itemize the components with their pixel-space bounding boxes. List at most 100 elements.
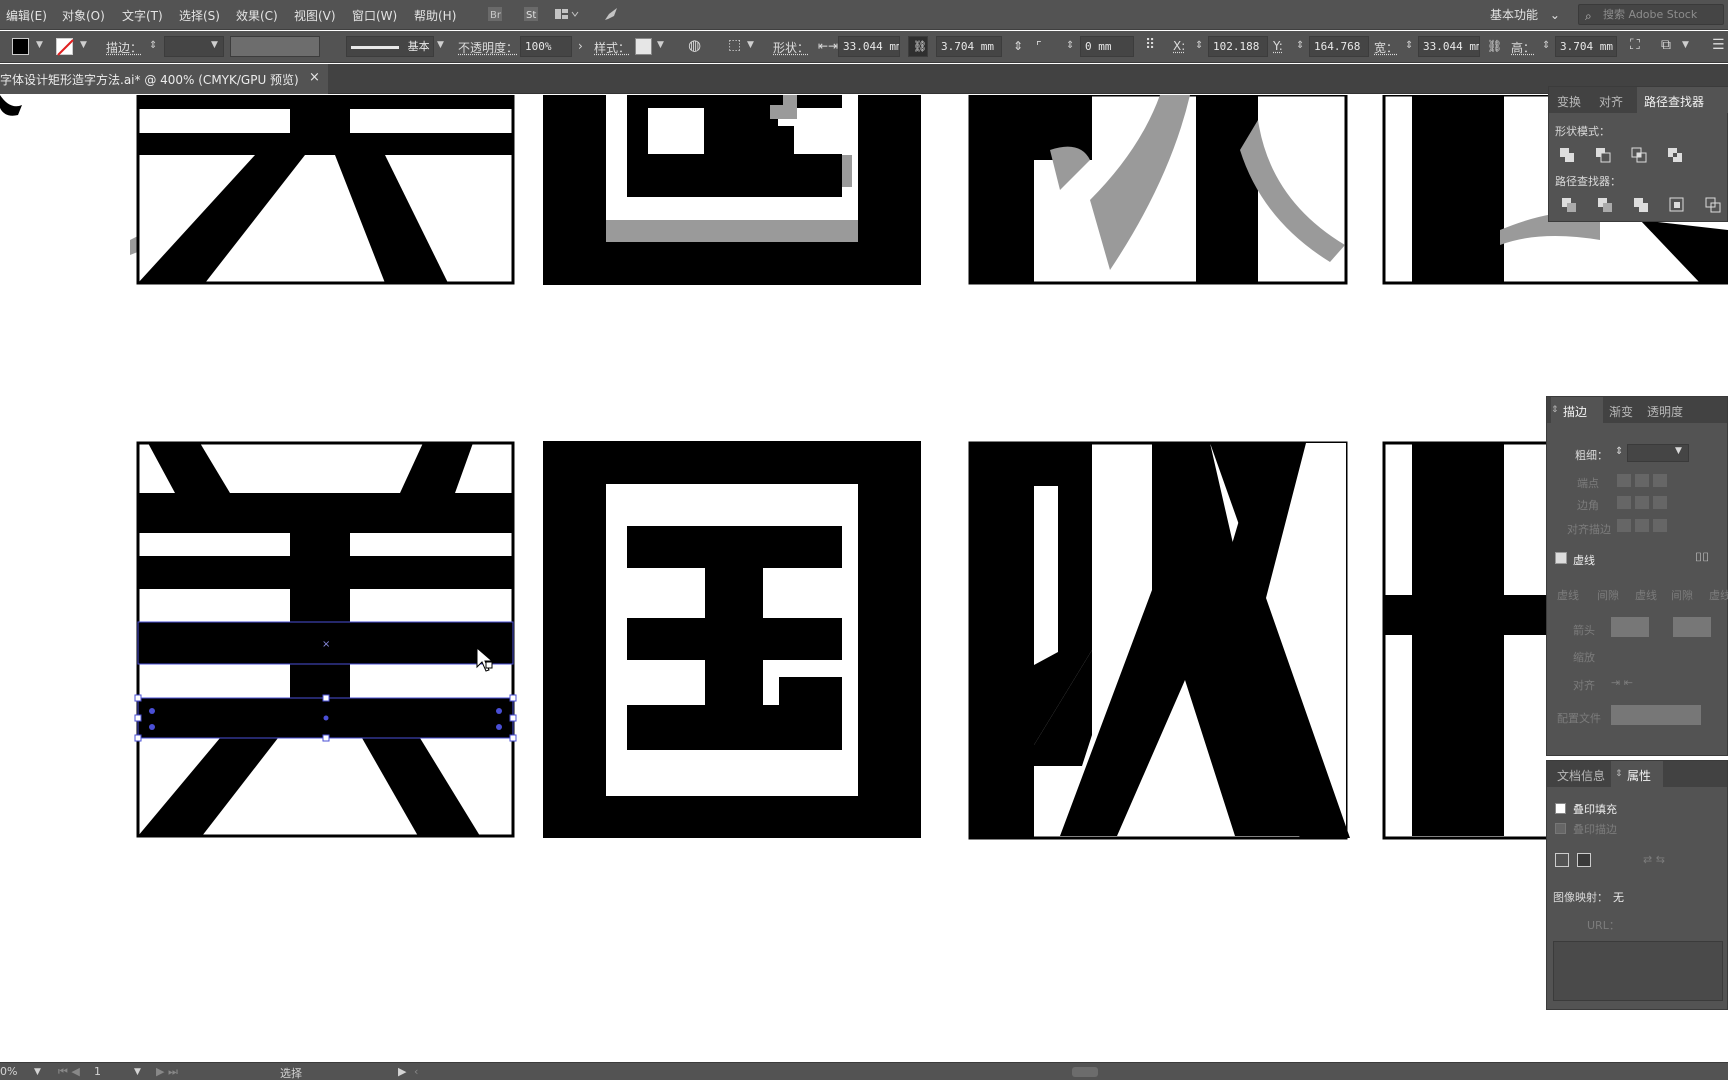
outline-icon[interactable] bbox=[1705, 197, 1721, 213]
corner-radius-field[interactable]: 0 mm bbox=[1080, 36, 1134, 57]
transform-icon[interactable]: ⛶ bbox=[1630, 37, 1640, 53]
tab-transform[interactable]: 变换 bbox=[1557, 93, 1581, 110]
shape-height-field[interactable]: 3.704 mm bbox=[936, 36, 1002, 57]
stepper-icon[interactable]: ⇕ bbox=[149, 40, 157, 51]
reference-point-icon[interactable]: ⠿ bbox=[1145, 37, 1155, 53]
constrain-proportions-icon[interactable]: ⛓ bbox=[1487, 39, 1502, 53]
width-profile-select[interactable] bbox=[1611, 705, 1701, 725]
collapse-arrows-icon[interactable]: ⇕ bbox=[1615, 769, 1623, 779]
show-center-button[interactable] bbox=[1577, 853, 1591, 867]
chevron-down-icon[interactable]: ▼ bbox=[80, 40, 87, 50]
unite-icon[interactable] bbox=[1559, 147, 1575, 163]
overprint-stroke-checkbox[interactable] bbox=[1555, 823, 1566, 834]
panel-menu-icon[interactable]: ☰ bbox=[1712, 37, 1725, 53]
no-image-map-button[interactable] bbox=[1555, 853, 1569, 867]
chevron-down-icon[interactable]: ▼ bbox=[34, 1067, 41, 1077]
menu-object[interactable]: 对象(O) bbox=[62, 7, 105, 24]
reverse-path-icon[interactable]: ⇄ ⇆ bbox=[1643, 853, 1665, 866]
align-stroke-buttons[interactable] bbox=[1617, 519, 1677, 533]
chevron-left-icon[interactable]: ‹ bbox=[414, 1065, 418, 1078]
start-arrowhead-select[interactable] bbox=[1611, 617, 1649, 637]
workspace-switcher[interactable]: 基本功能 ⌄ bbox=[1490, 6, 1560, 23]
arrange-documents-icon[interactable] bbox=[553, 6, 579, 24]
style-label[interactable]: 样式： bbox=[594, 39, 630, 56]
next-artboard-icon[interactable]: ▶ ⏭ bbox=[156, 1065, 178, 1079]
menu-effect[interactable]: 效果(C) bbox=[236, 7, 278, 24]
recolor-icon[interactable]: ◍ bbox=[688, 36, 701, 54]
chevron-down-icon[interactable]: ▼ bbox=[36, 40, 43, 50]
overprint-fill-checkbox[interactable] bbox=[1555, 803, 1566, 814]
stepper-icon[interactable]: ⇕ bbox=[1195, 40, 1203, 51]
y-field[interactable]: 164.768 n bbox=[1309, 36, 1369, 57]
chevron-down-icon[interactable]: ▼ bbox=[211, 40, 218, 50]
dashed-checkbox[interactable] bbox=[1555, 552, 1567, 564]
x-field[interactable]: 102.188 n bbox=[1208, 36, 1268, 57]
url-field[interactable] bbox=[1553, 941, 1723, 1001]
tab-align[interactable]: 对齐 bbox=[1599, 93, 1623, 110]
brush-definition-field[interactable]: 基本 bbox=[346, 36, 434, 57]
isolate-icon[interactable]: ⧉ bbox=[1661, 37, 1671, 53]
tab-document-info[interactable]: 文档信息 bbox=[1557, 767, 1605, 784]
stepper-icon[interactable]: ⇕ bbox=[1405, 40, 1413, 51]
menu-type[interactable]: 文字(T) bbox=[122, 7, 163, 24]
variable-width-field[interactable] bbox=[230, 36, 320, 57]
chevron-down-icon[interactable]: ▼ bbox=[134, 1067, 141, 1077]
menu-help[interactable]: 帮助(H) bbox=[414, 7, 456, 24]
corner-type-icon[interactable]: ⌜ bbox=[1036, 39, 1042, 53]
shape-width-field[interactable]: 33.044 mm bbox=[838, 36, 900, 57]
image-map-value[interactable]: 无 bbox=[1613, 889, 1624, 905]
merge-icon[interactable] bbox=[1633, 197, 1649, 213]
tab-attributes[interactable]: 属性 bbox=[1627, 767, 1651, 784]
document-tab[interactable]: 字体设计矩形造字方法.ai* @ 400% (CMYK/GPU 预览) × bbox=[0, 64, 328, 94]
stock-icon[interactable]: St bbox=[522, 6, 540, 24]
end-arrowhead-select[interactable] bbox=[1673, 617, 1711, 637]
cap-buttons[interactable] bbox=[1617, 474, 1677, 488]
chevron-down-icon[interactable]: ▼ bbox=[657, 40, 664, 50]
menu-view[interactable]: 视图(V) bbox=[294, 7, 336, 24]
menu-edit[interactable]: 编辑(E) bbox=[6, 7, 47, 24]
dash-alignment-icon[interactable]: ⌷⌷ bbox=[1695, 550, 1709, 565]
fill-swatch[interactable] bbox=[12, 38, 29, 55]
h-field[interactable]: 3.704 mm bbox=[1555, 36, 1617, 57]
chevron-down-icon[interactable]: ▼ bbox=[1682, 40, 1689, 50]
first-artboard-icon[interactable]: ⏮ ◀ bbox=[58, 1065, 80, 1079]
stepper-icon[interactable]: ⇕ bbox=[1296, 40, 1304, 51]
arrow-align-icon[interactable]: ⇥ ⇤ bbox=[1611, 676, 1633, 689]
stroke-swatch[interactable] bbox=[56, 38, 74, 56]
align-selection-icon[interactable]: ⬚ bbox=[728, 37, 741, 53]
stepper-icon[interactable]: ⇕ bbox=[1542, 40, 1550, 51]
graphic-style-swatch[interactable] bbox=[635, 38, 652, 55]
shape-label[interactable]: 形状： bbox=[773, 39, 809, 56]
link-icon[interactable]: ⛓ bbox=[908, 36, 928, 57]
stepper-icon[interactable]: ⇕ bbox=[1615, 446, 1623, 457]
tab-gradient[interactable]: 渐变 bbox=[1609, 403, 1633, 420]
crop-icon[interactable] bbox=[1669, 197, 1685, 213]
menu-window[interactable]: 窗口(W) bbox=[352, 7, 397, 24]
bridge-icon[interactable]: Br bbox=[486, 6, 504, 24]
stock-search-input[interactable]: ⌕ 搜索 Adobe Stock bbox=[1578, 4, 1724, 25]
chevron-down-icon[interactable]: ▼ bbox=[437, 40, 444, 50]
tab-stroke[interactable]: 描边 bbox=[1563, 403, 1587, 420]
exclude-icon[interactable] bbox=[1667, 147, 1683, 163]
opacity-label[interactable]: 不透明度： bbox=[458, 39, 518, 56]
artboard-canvas[interactable]: × bbox=[0, 95, 1728, 1062]
horizontal-scrollbar-thumb[interactable] bbox=[1072, 1067, 1098, 1077]
artboard-number[interactable]: 1 bbox=[94, 1065, 101, 1078]
collapse-arrows-icon[interactable]: ⇕ bbox=[1551, 405, 1559, 415]
tab-transparency[interactable]: 透明度 bbox=[1647, 403, 1683, 420]
tab-pathfinder[interactable]: 路径查找器 bbox=[1644, 93, 1704, 110]
corner-buttons[interactable] bbox=[1617, 496, 1717, 510]
chevron-down-icon[interactable]: ▼ bbox=[747, 40, 754, 50]
stepper-icon[interactable]: ⇕ bbox=[1066, 40, 1074, 51]
chevron-down-icon[interactable]: ▼ bbox=[1675, 446, 1682, 456]
divide-icon[interactable] bbox=[1561, 197, 1577, 213]
chevron-right-icon[interactable]: ▶ bbox=[398, 1065, 406, 1078]
minus-front-icon[interactable] bbox=[1595, 147, 1611, 163]
w-field[interactable]: 33.044 mm bbox=[1418, 36, 1480, 57]
stroke-label[interactable]: 描边： bbox=[106, 39, 142, 56]
trim-icon[interactable] bbox=[1597, 197, 1613, 213]
close-icon[interactable]: × bbox=[309, 70, 320, 85]
rocket-icon[interactable] bbox=[603, 6, 621, 24]
chevron-right-icon[interactable]: › bbox=[578, 39, 583, 53]
zoom-value[interactable]: 0% bbox=[0, 1065, 17, 1078]
